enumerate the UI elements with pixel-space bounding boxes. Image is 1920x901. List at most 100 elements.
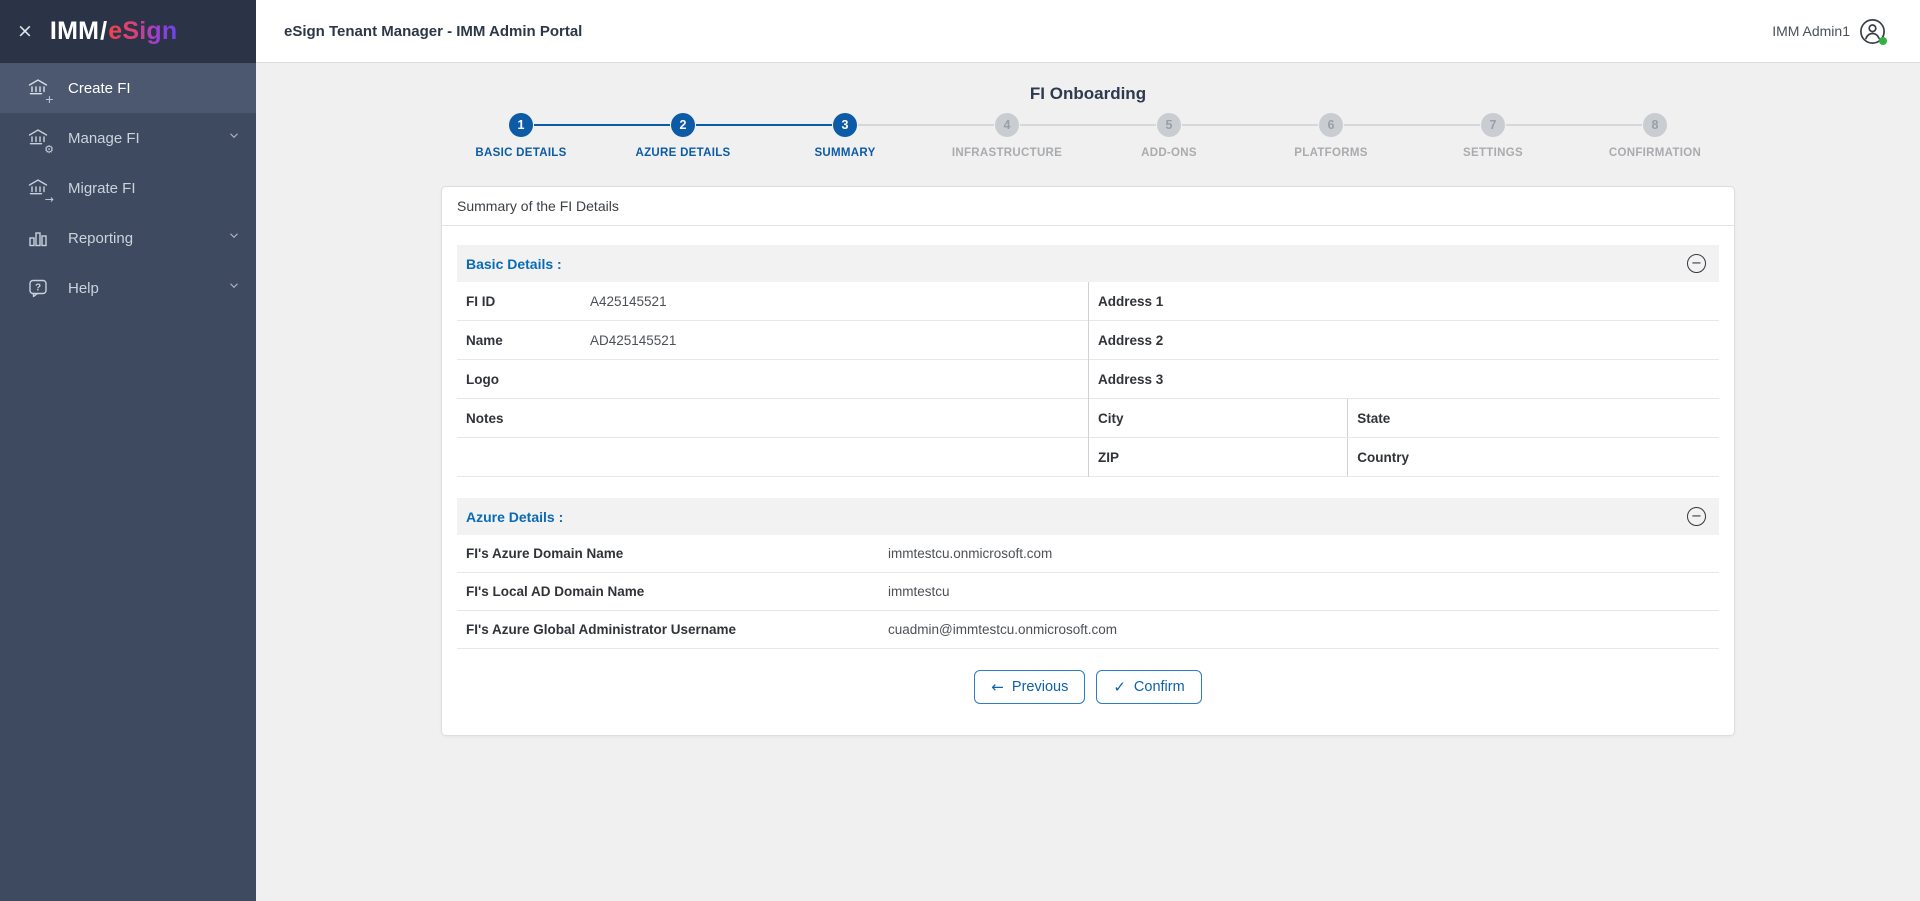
table-row: FI's Azure Global Administrator Username… [457, 611, 1719, 649]
step-circle: 6 [1319, 113, 1343, 137]
sidebar-item-reporting[interactable]: Reporting [0, 213, 256, 263]
step-label: SUMMARY [814, 147, 876, 159]
logo-imm-text: IMM [49, 17, 100, 45]
sidebar-item-label: Manage FI [68, 129, 140, 147]
bar-chart-icon [25, 225, 51, 251]
field-label: Address 1 [1098, 293, 1164, 309]
step-circle: 3 [833, 113, 857, 137]
sidebar-item-create-fi[interactable]: + Create FI [0, 63, 256, 113]
table-row [457, 438, 1088, 477]
gear-badge-icon: ⚙ [44, 143, 54, 156]
section-heading: Azure Details : [466, 508, 564, 525]
basic-details-table: FI ID A425145521 Name AD425145521 Logo N… [457, 282, 1719, 477]
field-label: FI's Azure Global Administrator Username [466, 622, 737, 637]
chevron-down-icon [227, 229, 241, 248]
table-row: Address 1 [1089, 282, 1719, 321]
field-value: immtestcu [888, 584, 950, 599]
table-row: Logo [457, 360, 1088, 399]
field-value: A425145521 [590, 293, 667, 309]
app-title: eSign Tenant Manager - IMM Admin Portal [284, 22, 583, 40]
azure-details-header: Azure Details : − [457, 498, 1719, 535]
chevron-down-icon [227, 279, 241, 298]
field-label: Address 3 [1098, 371, 1164, 387]
sidebar-nav: + Create FI ⚙ Manage FI → Migrate FI Rep… [0, 63, 256, 313]
step-label: BASIC DETAILS [475, 147, 567, 159]
table-row: Address 2 [1089, 321, 1719, 360]
step-add-ons: 5 ADD-ONS [1020, 113, 1250, 159]
step-circle: 1 [509, 113, 533, 137]
step-platforms: 6 PLATFORMS [1182, 113, 1412, 159]
field-value: immtestcu.onmicrosoft.com [888, 546, 1053, 561]
previous-button-label: Previous [1011, 679, 1069, 695]
user-name: IMM Admin1 [1772, 23, 1850, 39]
card-body: Basic Details : − FI ID A425145521 Name [442, 226, 1734, 735]
step-circle: 4 [995, 113, 1019, 137]
step-label: SETTINGS [1463, 147, 1523, 159]
main-area: eSign Tenant Manager - IMM Admin Portal … [256, 0, 1920, 901]
field-value: AD425145521 [590, 332, 677, 348]
sidebar-item-label: Reporting [68, 229, 134, 247]
step-circle: 8 [1643, 113, 1667, 137]
sidebar: × IMM/eSign + Create FI ⚙ Manage FI → Mi… [0, 0, 256, 901]
field-label: Notes [466, 410, 504, 426]
wizard-actions: ← Previous ✓ Confirm [457, 670, 1719, 704]
logo-esign-text: eSign [108, 17, 178, 45]
field-label: ZIP [1098, 449, 1120, 465]
collapse-minus-icon[interactable]: − [1687, 507, 1706, 526]
bank-plus-icon: + [25, 75, 54, 105]
sidebar-item-label: Help [68, 279, 99, 297]
basic-details-section: Basic Details : − FI ID A425145521 Name [457, 245, 1719, 477]
previous-button[interactable]: ← Previous [974, 670, 1086, 704]
azure-details-table: FI's Azure Domain Name immtestcu.onmicro… [457, 535, 1719, 649]
field-value: cuadmin@immtestcu.onmicrosoft.com [888, 622, 1118, 637]
online-status-dot [1879, 36, 1887, 45]
field-label: Name [466, 332, 503, 348]
sidebar-item-label: Create FI [68, 79, 131, 97]
user-avatar-icon [1859, 18, 1887, 45]
help-bubble-icon: ? [25, 275, 51, 301]
confirm-button-label: Confirm [1133, 679, 1185, 695]
top-bar: eSign Tenant Manager - IMM Admin Portal … [256, 0, 1920, 63]
sidebar-item-manage-fi[interactable]: ⚙ Manage FI [0, 113, 256, 163]
table-row: Address 3 [1089, 360, 1719, 399]
step-azure-details[interactable]: 2 AZURE DETAILS [534, 113, 764, 159]
basic-right-column: Address 1 Address 2 Address 3 City State… [1088, 282, 1719, 477]
sidebar-item-help[interactable]: ? Help [0, 263, 256, 313]
bank-gear-icon: ⚙ [25, 125, 54, 155]
step-circle: 2 [671, 113, 695, 137]
field-label: FI's Local AD Domain Name [466, 584, 645, 599]
step-circle: 5 [1157, 113, 1181, 137]
basic-left-column: FI ID A425145521 Name AD425145521 Logo N… [457, 282, 1088, 477]
field-label: City [1098, 410, 1124, 426]
summary-card: Summary of the FI Details Basic Details … [441, 186, 1735, 736]
step-label: PLATFORMS [1294, 147, 1368, 159]
user-menu[interactable]: IMM Admin1 [1772, 18, 1887, 45]
field-label: FI's Azure Domain Name [466, 546, 624, 561]
sidebar-item-migrate-fi[interactable]: → Migrate FI [0, 163, 256, 213]
page-title: FI Onboarding [1029, 84, 1147, 103]
step-summary[interactable]: 3 SUMMARY [696, 113, 926, 159]
field-label: Address 2 [1098, 332, 1164, 348]
arrow-badge-icon: → [44, 193, 54, 206]
table-row: ZIP Country [1089, 438, 1719, 477]
step-label: INFRASTRUCTURE [951, 147, 1063, 159]
step-basic-details[interactable]: 1 BASIC DETAILS [440, 113, 602, 159]
app-root: × IMM/eSign + Create FI ⚙ Manage FI → Mi… [0, 0, 1920, 901]
step-infrastructure: 4 INFRASTRUCTURE [858, 113, 1088, 159]
table-row: Notes [457, 399, 1088, 438]
table-row: Name AD425145521 [457, 321, 1088, 360]
collapse-minus-icon[interactable]: − [1687, 254, 1706, 273]
bank-arrow-icon: → [25, 175, 54, 205]
left-arrow-icon: ← [991, 677, 1004, 696]
page-content: FI Onboarding 1 BASIC DETAILS 2 AZURE DE… [256, 63, 1920, 901]
step-label: ADD-ONS [1141, 147, 1197, 159]
step-label: CONFIRMATION [1608, 147, 1702, 159]
table-row: FI's Azure Domain Name immtestcu.onmicro… [457, 535, 1719, 573]
section-heading: Basic Details : [466, 255, 562, 272]
sidebar-close-icon[interactable]: × [17, 22, 33, 41]
check-icon: ✓ [1113, 677, 1126, 696]
confirm-button[interactable]: ✓ Confirm [1096, 670, 1202, 704]
field-label: Logo [466, 371, 499, 387]
table-row: FI ID A425145521 [457, 282, 1088, 321]
field-label: State [1347, 399, 1719, 437]
